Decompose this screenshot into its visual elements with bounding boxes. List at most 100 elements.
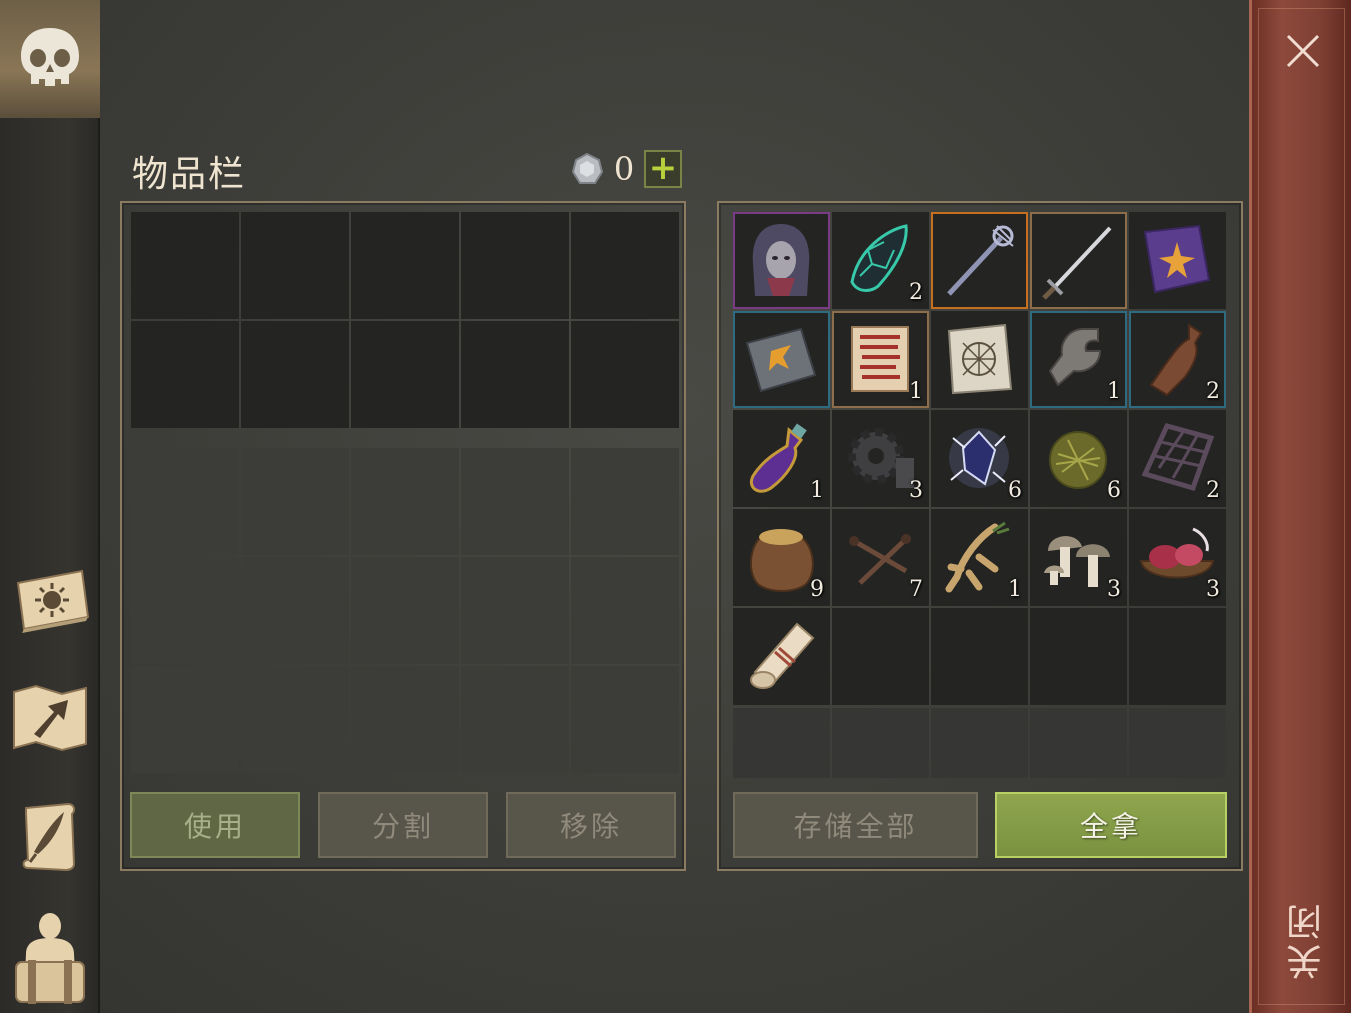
grain-sack-icon bbox=[750, 529, 814, 592]
purple-spellbook-icon bbox=[1143, 224, 1211, 294]
sun-book-icon bbox=[16, 569, 90, 633]
locked-slot bbox=[131, 666, 239, 773]
loot-slot[interactable]: 6 bbox=[931, 410, 1028, 507]
inventory-slot[interactable] bbox=[241, 321, 349, 428]
gear-icon bbox=[848, 428, 914, 488]
locked-slot bbox=[131, 557, 239, 664]
loot-slot[interactable]: 7 bbox=[832, 509, 929, 606]
sword-icon bbox=[1042, 226, 1112, 300]
loot-slot[interactable] bbox=[1129, 212, 1226, 309]
loot-slot[interactable]: 2 bbox=[832, 212, 929, 309]
blueprint-scroll-icon bbox=[947, 323, 1013, 395]
locked-slot bbox=[241, 666, 349, 773]
loot-grid: 2 1 1 2 1 3 6 6 2 9 7 1 3 3 bbox=[733, 212, 1226, 705]
close-bar-frame bbox=[1258, 8, 1345, 1005]
loot-slot[interactable]: 1 bbox=[931, 509, 1028, 606]
potion-flask-icon bbox=[750, 423, 807, 493]
locked-slot bbox=[571, 448, 679, 555]
inventory-slot[interactable] bbox=[131, 212, 239, 319]
scroll-quill-icon bbox=[22, 802, 76, 872]
equipment-button[interactable] bbox=[8, 908, 92, 1008]
inventory-slot[interactable] bbox=[351, 212, 459, 319]
locked-inventory-grid bbox=[131, 448, 679, 773]
locked-slot bbox=[461, 448, 569, 555]
skull-icon bbox=[21, 28, 79, 86]
loot-slot[interactable]: 3 bbox=[1129, 509, 1226, 606]
loot-slot[interactable]: 1 bbox=[832, 311, 929, 408]
loot-slot[interactable]: 1 bbox=[1030, 311, 1127, 408]
inventory-slot[interactable] bbox=[461, 212, 569, 319]
raw-meat-bowl-icon bbox=[1139, 527, 1215, 579]
loot-slot bbox=[1129, 708, 1226, 778]
locked-slot bbox=[461, 557, 569, 664]
inventory-grid bbox=[131, 212, 679, 428]
loot-slot[interactable]: 6 bbox=[1030, 410, 1127, 507]
loot-slot[interactable] bbox=[733, 311, 830, 408]
store-all-button[interactable]: 存储全部 bbox=[733, 792, 978, 858]
loot-slot[interactable]: 3 bbox=[832, 410, 929, 507]
loot-slot[interactable]: 9 bbox=[733, 509, 830, 606]
loot-slot[interactable] bbox=[931, 212, 1028, 309]
iron-clamp-icon bbox=[1048, 328, 1102, 387]
root-icon bbox=[945, 521, 1010, 593]
map-button[interactable] bbox=[8, 676, 92, 760]
close-bar[interactable]: 关闭 bbox=[1249, 0, 1351, 1013]
locked-slot bbox=[131, 448, 239, 555]
loot-slot[interactable] bbox=[733, 212, 830, 309]
character-tab[interactable] bbox=[0, 0, 100, 118]
quest-book-button[interactable] bbox=[8, 558, 92, 642]
loot-slot[interactable]: 3 bbox=[1030, 509, 1127, 606]
loot-slot[interactable] bbox=[1129, 608, 1226, 705]
loot-slot[interactable]: 1 bbox=[733, 410, 830, 507]
grey-book-icon bbox=[745, 327, 817, 393]
inventory-slot[interactable] bbox=[461, 321, 569, 428]
staff-icon bbox=[947, 225, 1014, 296]
close-icon[interactable] bbox=[1282, 30, 1324, 72]
loot-slot[interactable] bbox=[1030, 212, 1127, 309]
inventory-slot[interactable] bbox=[351, 321, 459, 428]
loot-slot bbox=[733, 708, 830, 778]
lightning-crystal-icon bbox=[949, 428, 1009, 488]
loot-slot[interactable] bbox=[931, 608, 1028, 705]
loot-slot[interactable] bbox=[1030, 608, 1127, 705]
bottle-icon bbox=[1149, 323, 1203, 397]
nails-icon bbox=[849, 534, 911, 585]
grass-ball-icon bbox=[1049, 431, 1107, 489]
take-all-button[interactable]: 全拿 bbox=[995, 792, 1227, 858]
inventory-slot[interactable] bbox=[241, 212, 349, 319]
locked-slot bbox=[351, 666, 459, 773]
silver-coin-icon bbox=[571, 152, 604, 184]
locked-slot bbox=[241, 448, 349, 555]
locked-slot bbox=[241, 557, 349, 664]
inventory-slot[interactable] bbox=[131, 321, 239, 428]
use-button[interactable]: 使用 bbox=[130, 792, 300, 858]
loot-slot[interactable] bbox=[733, 608, 830, 705]
inventory-slot[interactable] bbox=[571, 321, 679, 428]
inventory-slot[interactable] bbox=[571, 212, 679, 319]
add-currency-button[interactable]: + bbox=[644, 150, 682, 188]
split-button[interactable]: 分割 bbox=[318, 792, 488, 858]
map-arrow-icon bbox=[13, 684, 87, 752]
loot-slot bbox=[931, 708, 1028, 778]
parchment-roll-icon bbox=[750, 622, 815, 689]
locked-slot bbox=[571, 666, 679, 773]
remove-button[interactable]: 移除 bbox=[506, 792, 676, 858]
loot-slot bbox=[1030, 708, 1127, 778]
loot-slot[interactable]: 2 bbox=[1129, 410, 1226, 507]
loot-grid-overflow bbox=[733, 708, 1226, 778]
mushrooms-icon bbox=[1044, 536, 1110, 587]
loot-slot[interactable] bbox=[832, 608, 929, 705]
side-menu bbox=[0, 118, 100, 1013]
locked-slot bbox=[461, 666, 569, 773]
inventory-title: 物品栏 bbox=[132, 154, 247, 195]
journal-button[interactable] bbox=[8, 794, 92, 878]
hooded-figure-icon bbox=[752, 224, 810, 296]
currency-count: 0 bbox=[613, 150, 635, 188]
red-scroll-icon bbox=[851, 326, 909, 392]
currency-display: 0 + bbox=[570, 150, 682, 188]
loot-slot[interactable] bbox=[931, 311, 1028, 408]
close-label[interactable]: 关闭 bbox=[1282, 900, 1328, 980]
backpack-figure-icon bbox=[15, 913, 85, 1004]
dark-crystal-shard-icon bbox=[850, 224, 908, 292]
loot-slot[interactable]: 2 bbox=[1129, 311, 1226, 408]
